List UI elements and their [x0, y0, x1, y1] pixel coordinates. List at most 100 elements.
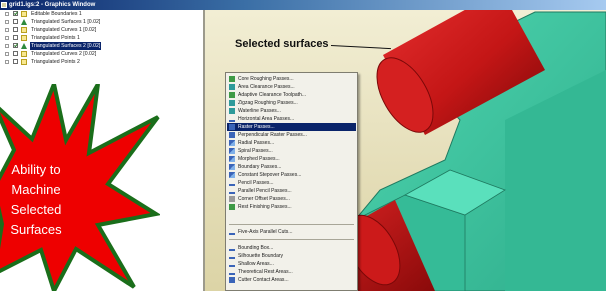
- tree-item-triangulated-curves-2[interactable]: Triangulated Curves 2 [0.02]: [0, 50, 205, 58]
- tree-item-triangulated-surfaces-2[interactable]: Triangulated Surfaces 2 [0.02]: [0, 42, 205, 50]
- expand-icon[interactable]: [5, 44, 9, 48]
- waterline-icon: [229, 108, 235, 114]
- menu-item-spiral[interactable]: Spiral Passes...: [227, 147, 356, 155]
- menu-item-five-axis-parallel[interactable]: Five-Axis Parallel Cuts...: [227, 228, 356, 236]
- menu-item-label: Pencil Passes...: [238, 180, 274, 186]
- shallow-icon: [229, 261, 235, 267]
- points-icon: [21, 59, 27, 65]
- menu-item-label: Constant Stepover Passes...: [238, 172, 302, 178]
- menu-item-label: Spiral Passes...: [238, 148, 273, 154]
- tree-item-triangulated-surfaces-1[interactable]: Triangulated Surfaces 1 [0.02]: [0, 18, 205, 26]
- expand-icon[interactable]: [5, 20, 9, 24]
- menu-item-waterline[interactable]: Waterline Passes...: [227, 107, 356, 115]
- menu-item-label: Core Roughing Passes...: [238, 76, 294, 82]
- tree-item-label: Triangulated Curves 1 [0.02]: [31, 27, 97, 33]
- menu-item-boundary[interactable]: Boundary Passes...: [227, 163, 356, 171]
- menu-item-theoretical-rest[interactable]: Theoretical Rest Areas...: [227, 268, 356, 276]
- roughing-icon: [229, 76, 235, 82]
- menu-item-label: Radial Passes...: [238, 140, 275, 146]
- adaptive-icon: [229, 92, 235, 98]
- context-menu: Core Roughing Passes... Area Clearance P…: [225, 72, 358, 291]
- tree-item-label: Triangulated Points 2: [31, 59, 80, 65]
- app-icon: [1, 2, 7, 8]
- expand-icon[interactable]: [5, 52, 9, 56]
- visibility-checkbox[interactable]: [13, 35, 18, 40]
- zigzag-icon: [229, 100, 235, 106]
- visibility-checkbox[interactable]: [13, 43, 18, 48]
- menu-item-core-roughing[interactable]: Core Roughing Passes...: [227, 75, 356, 83]
- callout-text: Ability to Machine Selected Surfaces: [0, 160, 78, 240]
- bounding-box-icon: [229, 245, 235, 251]
- tree-item-label: Editable Boundaries 1: [31, 11, 82, 17]
- menu-item-constant-stepover[interactable]: Constant Stepover Passes...: [227, 171, 356, 179]
- corner-offset-icon: [229, 196, 235, 202]
- menu-item-perpendicular-raster[interactable]: Perpendicular Raster Passes...: [227, 131, 356, 139]
- triangle-icon: [21, 43, 27, 49]
- menu-item-label: Horizontal Area Passes...: [238, 116, 295, 122]
- visibility-checkbox[interactable]: [13, 11, 18, 16]
- menu-item-adaptive-clearance[interactable]: Adaptive Clearance Toolpath...: [227, 91, 356, 99]
- horizontal-icon: [229, 116, 235, 122]
- menu-item-rest-finishing[interactable]: Rest Finishing Passes...: [227, 203, 356, 211]
- parallel-pencil-icon: [229, 188, 235, 194]
- menu-item-label: Silhouette Boundary: [238, 253, 284, 259]
- callout-line-2: Machine: [11, 182, 61, 197]
- stepover-icon: [229, 172, 235, 178]
- menu-item-label: Five-Axis Parallel Cuts...: [238, 229, 293, 235]
- menu-item-cutter-contact[interactable]: Cutter Contact Areas...: [227, 276, 356, 284]
- window-titlebar[interactable]: grid1.igs:2 - Graphics Window: [0, 0, 606, 10]
- window-title: grid1.igs:2 - Graphics Window: [9, 2, 96, 8]
- clearance-icon: [229, 84, 235, 90]
- expand-icon[interactable]: [5, 12, 9, 16]
- tree-item-label: Triangulated Surfaces 1 [0.02]: [31, 19, 101, 25]
- theoretical-rest-icon: [229, 269, 235, 275]
- callout-line-1: Ability to: [11, 162, 61, 177]
- menu-item-label: Cutter Contact Areas...: [238, 277, 289, 283]
- menu-item-radial[interactable]: Radial Passes...: [227, 139, 356, 147]
- visibility-checkbox[interactable]: [13, 19, 18, 24]
- menu-item-shallow-areas[interactable]: Shallow Areas...: [227, 260, 356, 268]
- tree-item-label: Triangulated Points 1: [31, 35, 80, 41]
- five-axis-icon: [229, 229, 235, 235]
- visibility-checkbox[interactable]: [13, 27, 18, 32]
- menu-item-label: Raster Passes...: [238, 124, 275, 130]
- menu-item-raster[interactable]: Raster Passes...: [227, 123, 356, 131]
- menu-item-pencil[interactable]: Pencil Passes...: [227, 179, 356, 187]
- menu-item-label: Zigzag Roughing Passes...: [238, 100, 298, 106]
- curve-icon: [21, 51, 27, 57]
- tree-item-triangulated-points-1[interactable]: Triangulated Points 1: [0, 34, 205, 42]
- tree-item-label: Triangulated Curves 2 [0.02]: [31, 51, 97, 57]
- morphed-icon: [229, 156, 235, 162]
- visibility-checkbox[interactable]: [13, 59, 18, 64]
- pencil-icon: [229, 180, 235, 186]
- menu-item-label: Corner Offset Passes...: [238, 196, 290, 202]
- points-icon: [21, 35, 27, 41]
- menu-item-silhouette-boundary[interactable]: Silhouette Boundary: [227, 252, 356, 260]
- menu-item-area-clearance[interactable]: Area Clearance Passes...: [227, 83, 356, 91]
- menu-item-horizontal-area[interactable]: Horizontal Area Passes...: [227, 115, 356, 123]
- perpendicular-raster-icon: [229, 132, 235, 138]
- expand-icon[interactable]: [5, 28, 9, 32]
- visibility-checkbox[interactable]: [13, 51, 18, 56]
- menu-item-label: Adaptive Clearance Toolpath...: [238, 92, 307, 98]
- expand-icon[interactable]: [5, 36, 9, 40]
- menu-item-label: Perpendicular Raster Passes...: [238, 132, 307, 138]
- tree-item-triangulated-points-2[interactable]: Triangulated Points 2: [0, 58, 205, 66]
- menu-item-label: Bounding Box...: [238, 245, 274, 251]
- radial-icon: [229, 140, 235, 146]
- menu-item-parallel-pencil[interactable]: Parallel Pencil Passes...: [227, 187, 356, 195]
- menu-item-morphed[interactable]: Morphed Passes...: [227, 155, 356, 163]
- tree-item-triangulated-curves-1[interactable]: Triangulated Curves 1 [0.02]: [0, 26, 205, 34]
- menu-item-corner-offset[interactable]: Corner Offset Passes...: [227, 195, 356, 203]
- expand-icon[interactable]: [5, 60, 9, 64]
- menu-item-zigzag-roughing[interactable]: Zigzag Roughing Passes...: [227, 99, 356, 107]
- triangle-icon: [21, 19, 27, 25]
- menu-item-label: Shallow Areas...: [238, 261, 274, 267]
- annotation-label: Selected surfaces: [235, 38, 329, 50]
- rest-finishing-icon: [229, 204, 235, 210]
- silhouette-icon: [229, 253, 235, 259]
- spiral-icon: [229, 148, 235, 154]
- tree-item-editable-boundaries-1[interactable]: Editable Boundaries 1: [0, 10, 205, 18]
- menu-item-bounding-box[interactable]: Bounding Box...: [227, 244, 356, 252]
- boundary-pass-icon: [229, 164, 235, 170]
